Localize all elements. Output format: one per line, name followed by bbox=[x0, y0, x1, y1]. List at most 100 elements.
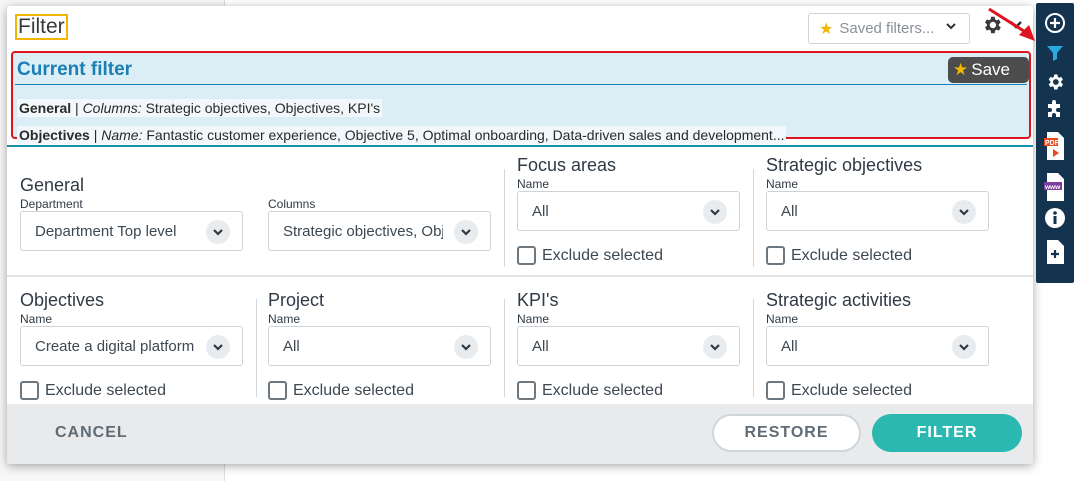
exclude-checkbox[interactable] bbox=[517, 246, 536, 265]
exclude-label: Exclude selected bbox=[791, 381, 912, 399]
strategic-activities-name-label: Name bbox=[766, 312, 799, 326]
exclude-checkbox[interactable] bbox=[517, 381, 536, 400]
general-title: General bbox=[20, 175, 85, 195]
strategic-objectives-value: All bbox=[781, 202, 798, 220]
filter-row-1: General Department Department Top level … bbox=[7, 147, 1033, 275]
pdf-export-icon[interactable]: PDF bbox=[1043, 130, 1067, 162]
kpis-title: KPI's bbox=[517, 290, 559, 310]
cf-general-group: General bbox=[19, 100, 72, 116]
new-document-icon[interactable] bbox=[1043, 237, 1067, 267]
chevron-down-icon bbox=[952, 335, 976, 359]
dialog-header: Filter ★ Saved filters... bbox=[7, 6, 1033, 50]
cf-sep: | bbox=[89, 127, 102, 143]
kpis-value: All bbox=[532, 337, 549, 355]
objectives-select[interactable]: Create a digital platform bbox=[20, 326, 243, 366]
exclude-checkbox[interactable] bbox=[766, 246, 785, 265]
kpis-select[interactable]: All bbox=[517, 326, 740, 366]
info-icon[interactable] bbox=[1043, 206, 1067, 230]
column-separator bbox=[504, 299, 505, 397]
columns-select[interactable]: Strategic objectives, Objectives, KPI's bbox=[268, 211, 491, 251]
exclude-label: Exclude selected bbox=[542, 381, 663, 399]
star-icon: ★ bbox=[953, 60, 969, 79]
chevron-down-icon bbox=[206, 220, 230, 244]
objectives-value: Create a digital platform bbox=[35, 337, 195, 355]
project-select[interactable]: All bbox=[268, 326, 491, 366]
objectives-name-label: Name bbox=[20, 312, 53, 326]
exclude-label: Exclude selected bbox=[45, 381, 166, 399]
current-filter-general-line: General | Columns: Strategic objectives,… bbox=[17, 99, 383, 117]
puzzle-icon[interactable] bbox=[1043, 98, 1067, 122]
project-title: Project bbox=[268, 290, 325, 310]
filter-button[interactable]: FILTER bbox=[872, 414, 1022, 452]
columns-value: Strategic objectives, Objectives, KPI's bbox=[283, 222, 443, 240]
current-filter-objectives-line: Objectives | Name: Fantastic customer ex… bbox=[17, 126, 787, 144]
cf-objectives-group: Objectives bbox=[19, 127, 90, 143]
saved-filters-placeholder: Saved filters... bbox=[839, 20, 935, 37]
current-filter-divider bbox=[15, 84, 1027, 85]
dialog-title: Filter bbox=[15, 14, 68, 40]
department-value: Department Top level bbox=[35, 222, 177, 240]
project-name-label: Name bbox=[268, 312, 301, 326]
annotation-arrow-icon bbox=[988, 7, 1035, 41]
focus-areas-select[interactable]: All bbox=[517, 191, 740, 231]
www-export-icon[interactable]: www bbox=[1043, 171, 1067, 203]
cf-name-value: Fantastic customer experience, Objective… bbox=[142, 127, 785, 143]
objectives-title: Objectives bbox=[20, 290, 105, 310]
dialog-footer: CANCEL RESTORE FILTER bbox=[7, 404, 1033, 464]
kpis-name-label: Name bbox=[517, 312, 550, 326]
save-label: Save bbox=[971, 60, 1010, 79]
current-filter-title: Current filter bbox=[17, 59, 133, 80]
cf-sep: | bbox=[71, 100, 83, 116]
exclude-label: Exclude selected bbox=[791, 246, 912, 264]
focus-areas-title: Focus areas bbox=[517, 155, 617, 175]
strategic-activities-exclude[interactable]: Exclude selected bbox=[766, 381, 912, 400]
focus-areas-value: All bbox=[532, 202, 549, 220]
cf-columns-key: Columns: bbox=[82, 100, 142, 116]
restore-button[interactable]: RESTORE bbox=[712, 414, 861, 452]
strategic-objectives-select[interactable]: All bbox=[766, 191, 989, 231]
objectives-exclude[interactable]: Exclude selected bbox=[20, 381, 166, 400]
department-label: Department bbox=[20, 197, 83, 211]
chevron-down-icon bbox=[206, 335, 230, 359]
kpis-exclude[interactable]: Exclude selected bbox=[517, 381, 663, 400]
filter-row-2: Objectives Name Create a digital platfor… bbox=[7, 275, 1033, 409]
column-separator bbox=[256, 299, 257, 397]
exclude-label: Exclude selected bbox=[293, 381, 414, 399]
strategic-objectives-title: Strategic objectives bbox=[766, 155, 923, 175]
gear-icon[interactable] bbox=[1043, 70, 1067, 94]
cancel-button[interactable]: CANCEL bbox=[55, 424, 128, 442]
strategic-objectives-exclude[interactable]: Exclude selected bbox=[766, 246, 912, 265]
column-separator bbox=[504, 169, 505, 267]
focus-areas-exclude[interactable]: Exclude selected bbox=[517, 246, 663, 265]
exclude-checkbox[interactable] bbox=[20, 381, 39, 400]
svg-text:PDF: PDF bbox=[1045, 140, 1060, 147]
filter-dialog: Filter ★ Saved filters... Current filter… bbox=[7, 6, 1033, 464]
strategic-activities-value: All bbox=[781, 337, 798, 355]
exclude-checkbox[interactable] bbox=[766, 381, 785, 400]
saved-filters-dropdown[interactable]: ★ Saved filters... bbox=[808, 13, 970, 44]
chevron-down-icon bbox=[952, 200, 976, 224]
chevron-down-icon bbox=[454, 335, 478, 359]
chevron-down-icon bbox=[945, 20, 957, 35]
column-separator bbox=[753, 169, 754, 267]
star-icon: ★ bbox=[819, 20, 834, 38]
cf-columns-value: Strategic objectives, Objectives, KPI's bbox=[141, 100, 381, 116]
column-separator bbox=[753, 299, 754, 397]
cf-name-key: Name: bbox=[101, 127, 143, 143]
save-filter-button[interactable]: ★ Save bbox=[948, 57, 1029, 83]
right-toolbar: PDF www bbox=[1036, 3, 1074, 283]
chevron-down-icon bbox=[703, 335, 727, 359]
chevron-down-icon bbox=[454, 220, 478, 244]
chevron-down-icon bbox=[703, 200, 727, 224]
add-circle-icon[interactable] bbox=[1043, 11, 1067, 35]
exclude-checkbox[interactable] bbox=[268, 381, 287, 400]
project-exclude[interactable]: Exclude selected bbox=[268, 381, 414, 400]
strategic-activities-select[interactable]: All bbox=[766, 326, 989, 366]
focus-areas-name-label: Name bbox=[517, 177, 550, 191]
svg-text:www: www bbox=[1044, 184, 1061, 191]
columns-label: Columns bbox=[268, 197, 316, 211]
strategic-activities-title: Strategic activities bbox=[766, 290, 912, 310]
strategic-objectives-name-label: Name bbox=[766, 177, 799, 191]
department-select[interactable]: Department Top level bbox=[20, 211, 243, 251]
filter-icon[interactable] bbox=[1043, 41, 1067, 65]
